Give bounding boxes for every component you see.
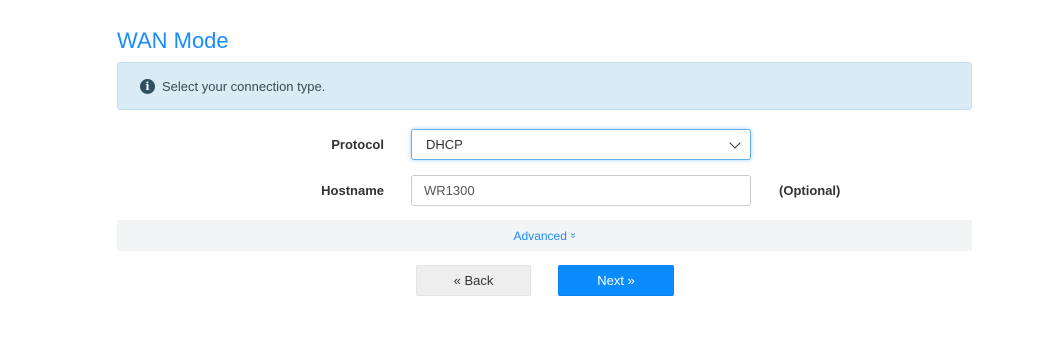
hostname-label: Hostname xyxy=(321,183,384,198)
page-title: WAN Mode xyxy=(117,28,229,53)
wan-mode-page: WAN Mode i Select your connection type. … xyxy=(0,0,1056,338)
protocol-select[interactable]: DHCP xyxy=(411,129,751,160)
info-alert-text: Select your connection type. xyxy=(162,78,326,94)
hostname-optional-hint: (Optional) xyxy=(779,183,841,198)
advanced-label: Advanced xyxy=(513,228,567,243)
double-chevron-down-icon: » xyxy=(567,232,579,239)
chevron-down-icon xyxy=(729,136,741,149)
advanced-section-bar: Advanced » xyxy=(117,220,972,251)
info-circle-icon: i xyxy=(140,78,155,94)
info-alert: i Select your connection type. xyxy=(117,62,972,110)
protocol-select-value: DHCP xyxy=(426,137,463,152)
next-button[interactable]: Next » xyxy=(558,265,674,296)
advanced-toggle-link[interactable]: Advanced » xyxy=(513,228,579,243)
hostname-input[interactable]: WR1300 xyxy=(411,175,751,206)
back-button[interactable]: « Back xyxy=(416,265,531,296)
protocol-label: Protocol xyxy=(331,137,384,152)
